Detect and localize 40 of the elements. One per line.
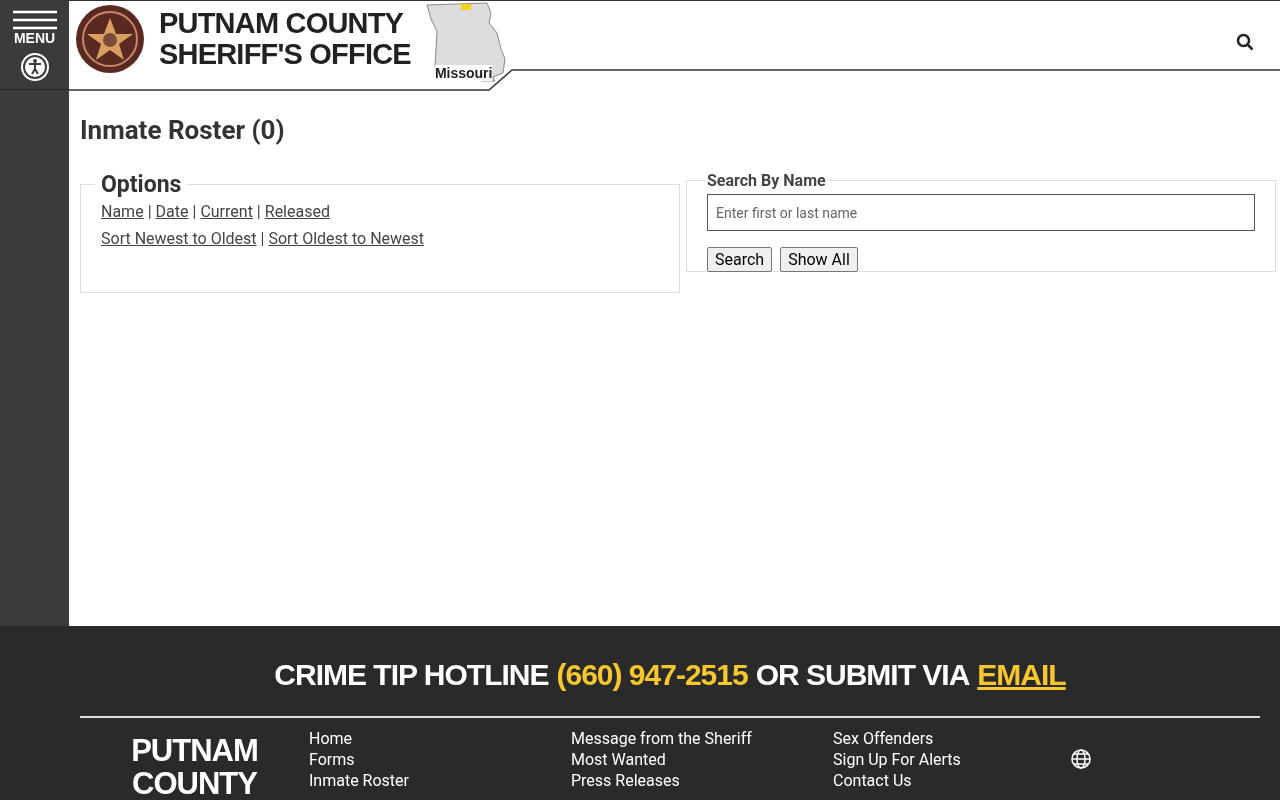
sort-link[interactable]: Current — [200, 198, 253, 225]
sort-link[interactable]: Sort Oldest to Newest — [268, 225, 425, 252]
menu-icon — [12, 10, 57, 30]
footer-link[interactable]: Forms — [309, 749, 571, 770]
search-button[interactable]: Search — [707, 247, 773, 272]
hotline-text: CRIME TIP HOTLINE — [274, 658, 549, 693]
sort-link[interactable]: Released — [264, 198, 330, 225]
footer-link[interactable]: Inmate Roster — [309, 770, 571, 791]
footer-brand: PUTNAM — [130, 734, 259, 767]
search-button[interactable]: Show All — [780, 247, 858, 272]
footer-brand: COUNTY — [131, 767, 258, 800]
footer-link[interactable]: Most Wanted — [571, 749, 833, 770]
map-label: Missouri — [434, 65, 493, 81]
globe-icon[interactable] — [1069, 748, 1093, 772]
office-title: SHERIFF'S OFFICE — [159, 39, 411, 70]
separator: | — [256, 201, 261, 223]
separator: | — [260, 228, 265, 250]
hotline-number: (660) 947-2515 — [556, 658, 748, 693]
state-map-icon — [424, 1, 509, 83]
footer-link[interactable]: Home — [309, 728, 571, 749]
footer-link[interactable]: Sign Up For Alerts — [833, 749, 1095, 770]
accessibility-icon[interactable] — [19, 52, 50, 82]
options-legend: Options — [95, 171, 188, 198]
search-icon[interactable] — [1236, 33, 1254, 51]
sheriff-badge-logo — [75, 4, 145, 74]
search-legend: Search By Name — [705, 171, 828, 190]
sort-link[interactable]: Sort Newest to Oldest — [101, 225, 257, 252]
office-title: PUTNAM COUNTY — [159, 8, 405, 39]
separator: | — [192, 201, 197, 223]
page-title: Inmate Roster (0) — [80, 115, 286, 145]
hotline-text: OR SUBMIT VIA — [755, 658, 970, 693]
footer-link[interactable]: Message from the Sheriff — [571, 728, 833, 749]
sort-link[interactable]: Name — [101, 198, 144, 225]
name-search-field[interactable]: Enter first or last name — [707, 194, 1255, 231]
footer-link[interactable]: Sex Offenders — [833, 728, 1095, 749]
sort-link[interactable]: Date — [155, 198, 189, 225]
footer-link[interactable]: Press Releases — [571, 770, 833, 791]
separator: | — [147, 201, 152, 223]
email-link[interactable]: EMAIL — [977, 658, 1066, 716]
footer-link[interactable]: Contact Us — [833, 770, 1095, 791]
